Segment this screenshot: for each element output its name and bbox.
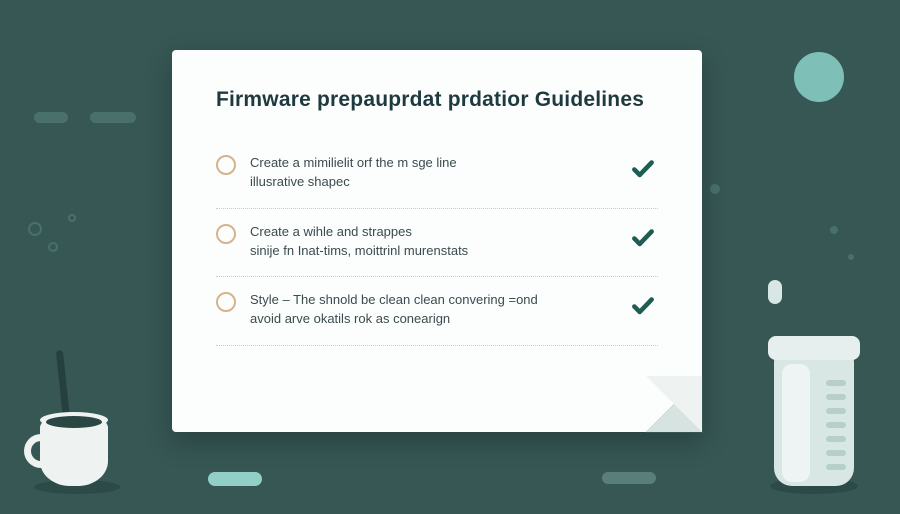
checklist-item: Style – The shnold be clean clean conver… — [216, 277, 658, 346]
measuring-cup-illustration — [768, 336, 860, 494]
check-icon — [630, 293, 658, 324]
decor-dot — [710, 184, 720, 194]
decor-bubble — [48, 242, 58, 252]
decor-circle — [794, 52, 844, 102]
decor-dot — [830, 226, 838, 234]
decor-dash — [90, 112, 136, 123]
decor-bubble — [28, 222, 42, 236]
decor-capsule — [768, 280, 782, 304]
check-icon — [630, 225, 658, 256]
checklist-item: Create a mimilielit orf the m sge line i… — [216, 140, 658, 209]
decor-bubble — [68, 214, 76, 222]
check-icon — [630, 156, 658, 187]
page-curl-icon — [646, 376, 702, 432]
mug-illustration — [24, 404, 116, 494]
item-text: Create a wihle and strappes sinije fn In… — [250, 223, 616, 261]
guidelines-card: Firmware prepauprdat prdatior Guidelines… — [172, 50, 702, 432]
radio-icon — [216, 224, 236, 244]
decor-pill — [602, 472, 656, 484]
radio-icon — [216, 292, 236, 312]
item-text: Create a mimilielit orf the m sge line i… — [250, 154, 616, 192]
decor-pill — [208, 472, 262, 486]
item-text: Style – The shnold be clean clean conver… — [250, 291, 616, 329]
checklist-item: Create a wihle and strappes sinije fn In… — [216, 209, 658, 278]
card-title: Firmware prepauprdat prdatior Guidelines — [216, 88, 658, 112]
decor-dot — [848, 254, 854, 260]
decor-dash — [34, 112, 68, 123]
radio-icon — [216, 155, 236, 175]
